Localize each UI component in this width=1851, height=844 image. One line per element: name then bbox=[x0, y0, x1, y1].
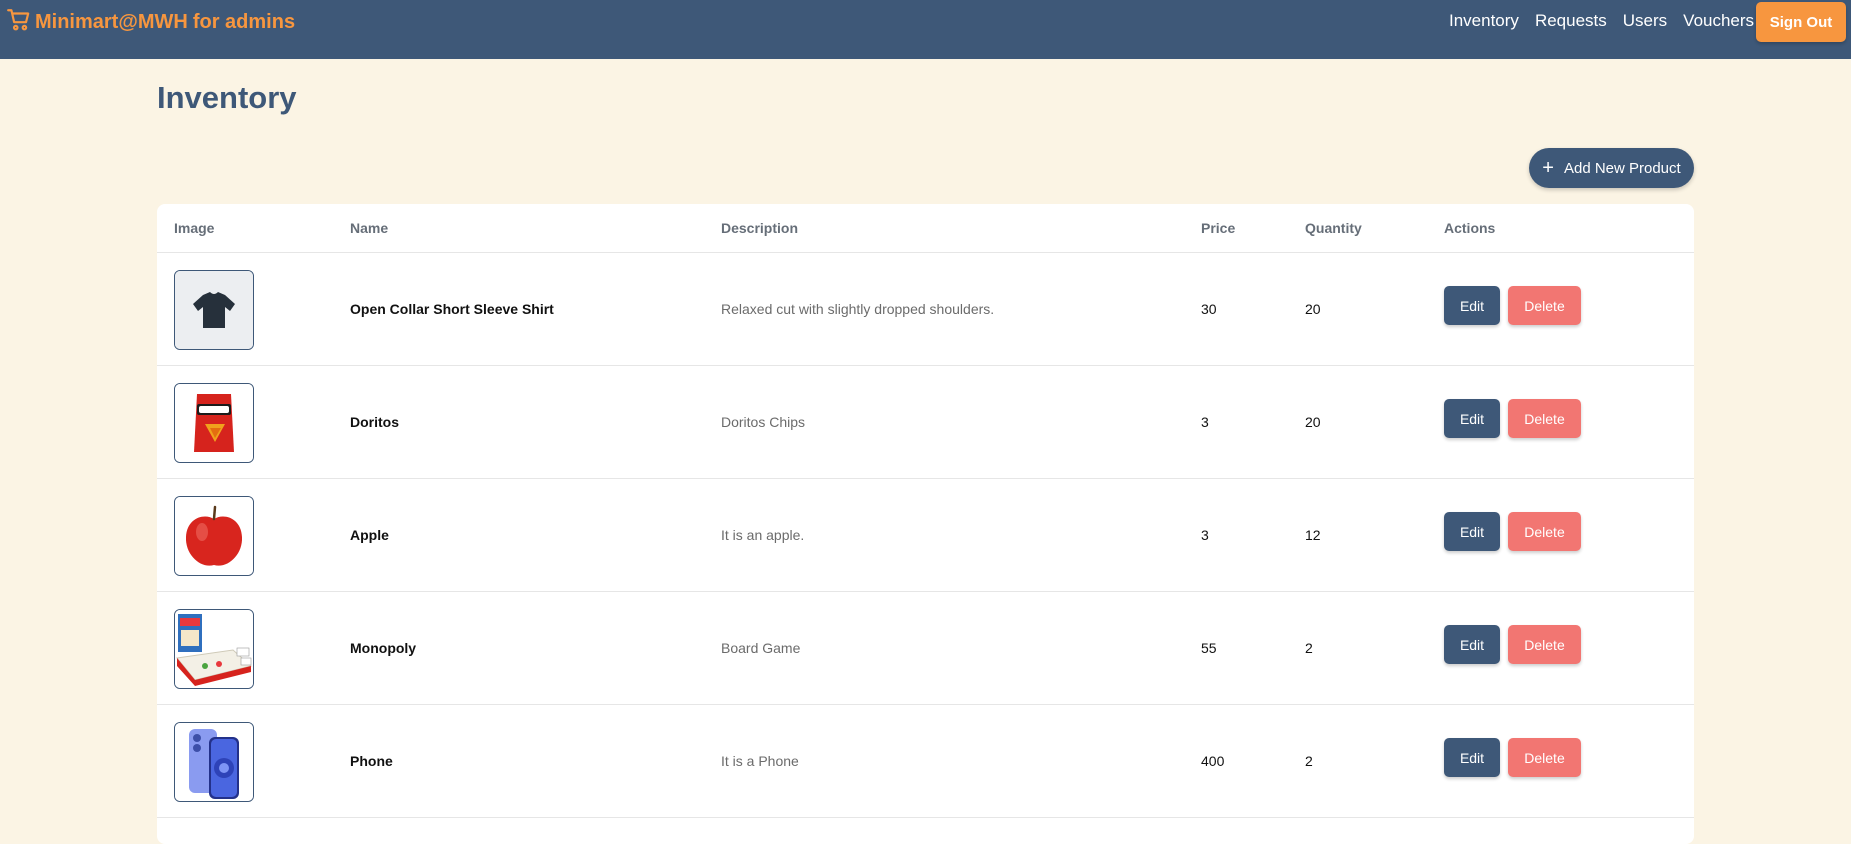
table-row: Doritos Doritos Chips 3 20 Edit Delete bbox=[157, 366, 1694, 479]
phone-image bbox=[174, 722, 254, 802]
inventory-table: Image Name Description Price Quantity Ac… bbox=[157, 204, 1694, 844]
product-name: Apple bbox=[350, 527, 389, 543]
edit-button[interactable]: Edit bbox=[1444, 399, 1500, 438]
table-row: Open Collar Short Sleeve Shirt Relaxed c… bbox=[157, 253, 1694, 366]
header-quantity: Quantity bbox=[1305, 220, 1362, 236]
delete-button[interactable]: Delete bbox=[1508, 399, 1581, 438]
navbar: Minimart@MWH for admins Inventory Reques… bbox=[0, 0, 1851, 59]
apple-image bbox=[174, 496, 254, 576]
product-quantity: 12 bbox=[1305, 527, 1321, 543]
product-description: Doritos Chips bbox=[721, 414, 806, 430]
product-description: It is an apple. bbox=[721, 527, 805, 543]
shirt-image bbox=[174, 270, 254, 350]
brand-name: Minimart@MWH bbox=[35, 10, 188, 33]
product-name: Phone bbox=[350, 753, 393, 769]
nav-link-inventory[interactable]: Inventory bbox=[1449, 11, 1519, 33]
header-price: Price bbox=[1201, 220, 1236, 236]
add-new-product-button[interactable]: + Add New Product bbox=[1529, 148, 1694, 188]
product-quantity: 20 bbox=[1305, 414, 1321, 430]
product-price: 3 bbox=[1201, 527, 1209, 543]
delete-button[interactable]: Delete bbox=[1508, 512, 1581, 551]
product-name: Open Collar Short Sleeve Shirt bbox=[350, 301, 554, 317]
table-row: Apple It is an apple. 3 12 Edit Delete bbox=[157, 479, 1694, 592]
header-name: Name bbox=[350, 220, 389, 236]
product-description: It is a Phone bbox=[721, 753, 799, 769]
product-name: Doritos bbox=[350, 414, 399, 430]
edit-button[interactable]: Edit bbox=[1444, 738, 1500, 777]
product-price: 30 bbox=[1201, 301, 1217, 317]
brand-suffix: for admins bbox=[192, 10, 296, 33]
monopoly-image bbox=[174, 609, 254, 689]
product-description: Board Game bbox=[721, 640, 801, 656]
table-row: Monopoly Board Game 55 2 Edit Delete bbox=[157, 592, 1694, 705]
product-quantity: 2 bbox=[1305, 640, 1313, 656]
header-actions: Actions bbox=[1444, 220, 1496, 236]
product-description: Relaxed cut with slightly dropped should… bbox=[721, 301, 995, 317]
cart-icon bbox=[6, 7, 35, 38]
delete-button[interactable]: Delete bbox=[1508, 738, 1581, 777]
delete-button[interactable]: Delete bbox=[1508, 625, 1581, 664]
edit-button[interactable]: Edit bbox=[1444, 286, 1500, 325]
product-price: 400 bbox=[1201, 753, 1225, 769]
doritos-image bbox=[174, 383, 254, 463]
add-new-product-label: Add New Product bbox=[1563, 159, 1681, 177]
product-name: Monopoly bbox=[350, 640, 417, 656]
product-price: 3 bbox=[1201, 414, 1209, 430]
page-title: Inventory bbox=[157, 80, 297, 115]
nav-link-requests[interactable]: Requests bbox=[1535, 11, 1607, 33]
delete-button[interactable]: Delete bbox=[1508, 286, 1581, 325]
brand[interactable]: Minimart@MWH for admins bbox=[6, 7, 296, 38]
edit-button[interactable]: Edit bbox=[1444, 512, 1500, 551]
nav-links: Inventory Requests Users Vouchers bbox=[1449, 11, 1770, 33]
product-price: 55 bbox=[1201, 640, 1217, 656]
header-image: Image bbox=[174, 220, 215, 236]
product-quantity: 20 bbox=[1305, 301, 1321, 317]
nav-link-users[interactable]: Users bbox=[1623, 11, 1667, 33]
table-header: Image Name Description Price Quantity Ac… bbox=[157, 204, 1694, 253]
plus-icon: + bbox=[1542, 157, 1554, 179]
product-quantity: 2 bbox=[1305, 753, 1313, 769]
table-row: Phone It is a Phone 400 2 Edit Delete bbox=[157, 705, 1694, 818]
sign-out-button[interactable]: Sign Out bbox=[1756, 2, 1846, 42]
nav-link-vouchers[interactable]: Vouchers bbox=[1683, 11, 1754, 33]
header-description: Description bbox=[721, 220, 799, 236]
edit-button[interactable]: Edit bbox=[1444, 625, 1500, 664]
